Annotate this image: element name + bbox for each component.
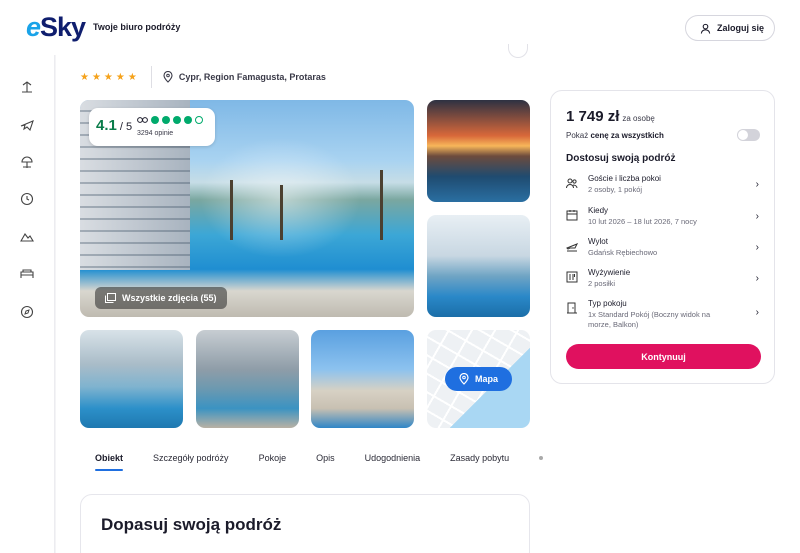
rating-dot-empty <box>195 116 203 124</box>
section-title: Dopasuj swoją podróż <box>101 515 282 534</box>
option-room-type[interactable]: Typ pokoju 1x Standard Pokój (Boczny wid… <box>566 299 761 339</box>
tab-obiekt[interactable]: Obiekt <box>95 453 124 473</box>
door-icon <box>567 302 577 314</box>
option-guests[interactable]: Goście i liczba pokoi 2 osoby, 1 pokój › <box>566 174 761 202</box>
continue-button[interactable]: Kontynuuj <box>566 344 761 369</box>
tab-zasady[interactable]: Zasady pobytu <box>450 453 509 473</box>
chevron-right-icon: › <box>755 242 759 253</box>
guests-icon <box>566 178 578 189</box>
esky-logo[interactable]: eSky <box>26 12 86 43</box>
map-button[interactable]: Mapa <box>445 367 512 391</box>
palm-tree <box>280 185 283 240</box>
tripadvisor-rating <box>137 116 203 124</box>
content-tabs: Obiekt Szczegóły podróży Pokoje Opis Udo… <box>80 453 544 475</box>
booking-heading: Dostosuj swoją podróż <box>566 153 676 164</box>
option-value: 2 posiłki <box>588 279 616 288</box>
location-text: Cypr, Region Famagusta, Protaras <box>178 72 326 82</box>
review-count: 3294 opinie <box>137 130 174 137</box>
plane-icon[interactable] <box>19 117 35 133</box>
option-dates[interactable]: Kiedy 10 lut 2026 – 18 lut 2026, 7 nocy … <box>566 206 761 234</box>
tab-overflow-indicator <box>539 456 544 460</box>
departure-icon <box>566 243 578 252</box>
hotel-location: Cypr, Region Famagusta, Protaras <box>163 71 326 83</box>
photo-beach[interactable] <box>311 330 414 428</box>
clock-icon[interactable] <box>19 191 35 207</box>
palm-tree <box>380 170 383 240</box>
all-photos-button[interactable]: Wszystkie zdjęcia (55) <box>95 287 227 309</box>
option-label: Goście i liczba pokoi <box>588 174 661 183</box>
option-value: 2 osoby, 1 pokój <box>588 185 643 194</box>
map-pin-icon <box>459 373 469 385</box>
calendar-icon <box>566 210 578 221</box>
compass-icon[interactable] <box>19 304 35 320</box>
login-label: Zaloguj się <box>717 23 765 33</box>
top-header: eSky Twoje biuro podróży Zaloguj się <box>0 0 800 55</box>
tab-szczegoly[interactable]: Szczegóły podróży <box>153 453 229 473</box>
map-label: Mapa <box>474 374 498 384</box>
option-departure[interactable]: Wylot Gdańsk Rębiechowo › <box>566 237 761 265</box>
tab-pokoje[interactable]: Pokoje <box>259 453 287 473</box>
option-label: Wyżywienie <box>588 268 631 277</box>
show-total-price-text: Pokaż cenę za wszystkich <box>566 131 664 140</box>
sun-umbrella-icon[interactable] <box>19 154 35 170</box>
option-label: Kiedy <box>588 206 609 215</box>
divider <box>150 66 152 88</box>
photo-indoor-pool-2[interactable] <box>80 330 183 428</box>
mountain-icon[interactable] <box>19 228 35 244</box>
photo-sunset-pool[interactable] <box>427 100 530 202</box>
booking-card: 1 749 zł za osobę Pokaż cenę za wszystkic… <box>550 90 775 384</box>
chevron-right-icon: › <box>755 273 759 284</box>
hotel-stars: ★★★★★ <box>80 71 140 83</box>
all-photos-label: Wszystkie zdjęcia (55) <box>122 293 217 303</box>
tab-opis[interactable]: Opis <box>316 453 335 473</box>
sidebar <box>0 55 55 553</box>
tagline: Twoje biuro podróży <box>93 22 181 32</box>
total-price-toggle[interactable] <box>737 129 760 141</box>
rating-badge: 4.1 / 5 3294 opinie <box>89 108 215 146</box>
meal-icon <box>566 271 578 283</box>
chevron-right-icon: › <box>755 211 759 222</box>
beach-palm-icon[interactable] <box>19 79 35 95</box>
option-label: Typ pokoju <box>588 299 627 308</box>
gallery-icon <box>105 293 116 303</box>
photo-indoor-pool-3[interactable] <box>196 330 299 428</box>
user-icon <box>700 23 711 34</box>
option-value: 10 lut 2026 – 18 lut 2026, 7 nocy <box>588 217 697 226</box>
rating-dot <box>162 116 170 124</box>
chevron-right-icon: › <box>755 179 759 190</box>
hotel-info-bar: ★★★★★ Cypr, Region Famagusta, Protaras <box>80 66 326 88</box>
chevron-right-icon: › <box>755 307 759 318</box>
location-pin-icon <box>163 71 173 83</box>
rating-dot <box>151 116 159 124</box>
option-label: Wylot <box>588 237 608 246</box>
rating-score: 4.1 / 5 <box>96 117 133 134</box>
photo-indoor-pool[interactable] <box>427 215 530 317</box>
customize-section: Dopasuj swoją podróż <box>80 494 530 553</box>
price: 1 749 zł za osobę <box>566 108 655 125</box>
option-value: Gdańsk Rębiechowo <box>588 248 658 257</box>
rating-dot <box>173 116 181 124</box>
option-value: 1x Standard Pokój (Boczny widok na morze… <box>588 310 711 329</box>
option-meals[interactable]: Wyżywienie 2 posiłki › <box>566 268 761 296</box>
rating-dot <box>184 116 192 124</box>
bed-icon[interactable] <box>19 266 35 282</box>
login-button[interactable]: Zaloguj się <box>685 15 775 41</box>
tab-udogodnienia[interactable]: Udogodnienia <box>365 453 421 473</box>
tripadvisor-owl-icon <box>137 117 148 123</box>
palm-tree <box>230 180 233 240</box>
